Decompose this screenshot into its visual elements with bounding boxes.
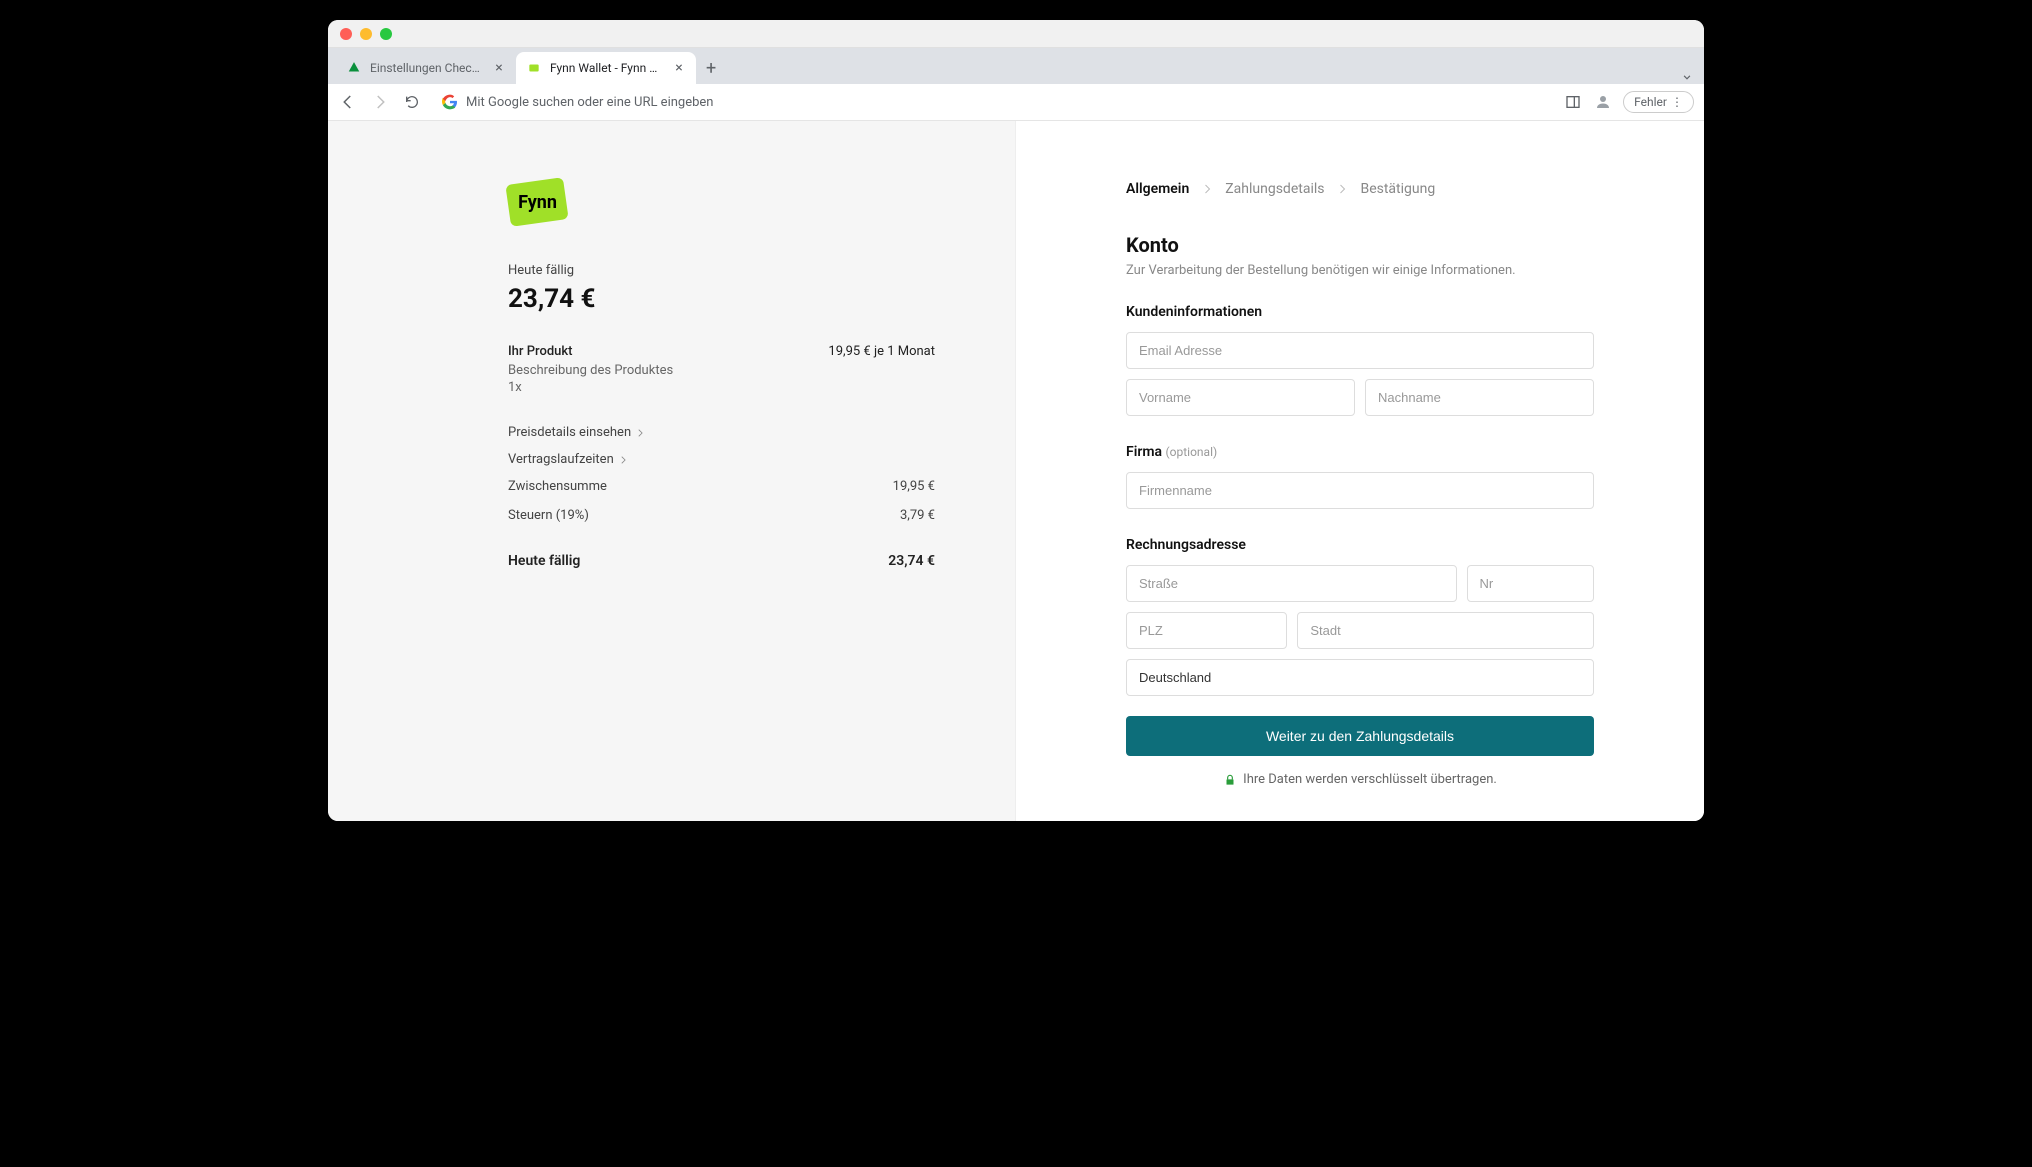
city-field[interactable] [1297,612,1594,649]
new-tab-button[interactable]: + [696,52,726,84]
tab-title: Einstellungen Checkout - Fynn [370,61,484,75]
favicon-icon [346,60,362,76]
country-select[interactable]: Deutschland [1126,659,1594,696]
tab-checkout-settings[interactable]: Einstellungen Checkout - Fynn × [336,52,516,84]
titlebar [328,20,1704,48]
product-quantity: 1x [508,380,935,395]
tab-overflow-button[interactable] [1670,70,1704,84]
house-number-field[interactable] [1467,565,1595,602]
reload-button[interactable] [402,92,422,112]
product-name: Ihr Produkt [508,344,573,359]
menu-icon: ⋮ [1671,95,1683,109]
checkout-steps: Allgemein Zahlungsdetails Bestätigung [1126,181,1594,197]
back-button[interactable] [338,92,358,112]
traffic-lights [340,28,392,40]
maximize-window-icon[interactable] [380,28,392,40]
firstname-field[interactable] [1126,379,1355,416]
forward-button[interactable] [370,92,390,112]
street-field[interactable] [1126,565,1457,602]
customer-info-heading: Kundeninformationen [1126,304,1594,320]
product-row: Ihr Produkt 19,95 € je 1 Monat [508,344,935,359]
logo-badge: Fynn [505,177,568,227]
panel-icon[interactable] [1563,92,1583,112]
close-window-icon[interactable] [340,28,352,40]
omnibox-placeholder: Mit Google suchen oder eine URL eingeben [466,95,713,110]
lastname-field[interactable] [1365,379,1594,416]
tab-fynn-wallet[interactable]: Fynn Wallet - Fynn Wallet × [516,52,696,84]
close-icon[interactable]: × [672,61,686,75]
subtotal-value: 19,95 € [893,479,935,494]
google-icon [442,94,458,110]
page-content: Fynn Heute fällig 23,74 € Ihr Produkt 19… [328,121,1704,821]
optional-label: (optional) [1166,445,1218,459]
total-row: Heute fällig 23,74 € [508,553,935,569]
checkout-form-panel: Allgemein Zahlungsdetails Bestätigung Ko… [1016,121,1704,821]
price-details-label: Preisdetails einsehen [508,425,631,440]
step-confirmation[interactable]: Bestätigung [1360,181,1435,197]
contract-terms-label: Vertragslaufzeiten [508,452,614,467]
profile-icon[interactable] [1593,92,1613,112]
page-title: Konto [1126,233,1594,257]
secure-note-text: Ihre Daten werden verschlüsselt übertrag… [1243,772,1497,787]
due-today-amount: 23,74 € [508,284,935,314]
price-details-link[interactable]: Preisdetails einsehen [508,425,935,440]
zip-field[interactable] [1126,612,1287,649]
continue-button[interactable]: Weiter zu den Zahlungsdetails [1126,716,1594,756]
toolbar: Mit Google suchen oder eine URL eingeben… [328,84,1704,121]
tax-value: 3,79 € [900,508,935,523]
tab-strip: Einstellungen Checkout - Fynn × Fynn Wal… [328,48,1704,84]
browser-window: Einstellungen Checkout - Fynn × Fynn Wal… [328,20,1704,821]
billing-address-heading: Rechnungsadresse [1126,537,1594,553]
lock-icon [1223,773,1237,787]
total-value: 23,74 € [888,553,935,569]
step-general[interactable]: Allgemein [1126,181,1189,197]
tab-title: Fynn Wallet - Fynn Wallet [550,61,664,75]
tax-label: Steuern (19%) [508,508,589,523]
logo-text: Fynn [518,192,557,213]
brand-logo: Fynn [508,181,935,223]
chevron-right-icon [1201,183,1213,195]
address-bar[interactable]: Mit Google suchen oder eine URL eingeben [434,90,1551,114]
subtotal-label: Zwischensumme [508,479,607,494]
total-label: Heute fällig [508,553,580,569]
tax-row: Steuern (19%) 3,79 € [508,508,935,523]
error-chip[interactable]: Fehler ⋮ [1623,91,1694,113]
chevron-right-icon [1336,183,1348,195]
subtotal-row: Zwischensumme 19,95 € [508,479,935,494]
error-chip-label: Fehler [1634,95,1667,109]
page-subtitle: Zur Verarbeitung der Bestellung benötige… [1126,263,1594,278]
order-summary-panel: Fynn Heute fällig 23,74 € Ihr Produkt 19… [328,121,1016,821]
due-today-label: Heute fällig [508,263,935,278]
secure-note: Ihre Daten werden verschlüsselt übertrag… [1126,772,1594,787]
email-field[interactable] [1126,332,1594,369]
company-heading-label: Firma [1126,444,1162,460]
favicon-icon [526,60,542,76]
company-heading: Firma (optional) [1126,444,1594,460]
contract-terms-link[interactable]: Vertragslaufzeiten [508,452,935,467]
chevron-right-icon [635,428,645,438]
toolbar-right: Fehler ⋮ [1563,91,1694,113]
company-field[interactable] [1126,472,1594,509]
chevron-right-icon [618,455,628,465]
close-icon[interactable]: × [492,61,506,75]
step-payment[interactable]: Zahlungsdetails [1225,181,1324,197]
product-description: Beschreibung des Produktes [508,363,935,378]
minimize-window-icon[interactable] [360,28,372,40]
product-price: 19,95 € je 1 Monat [828,344,935,359]
